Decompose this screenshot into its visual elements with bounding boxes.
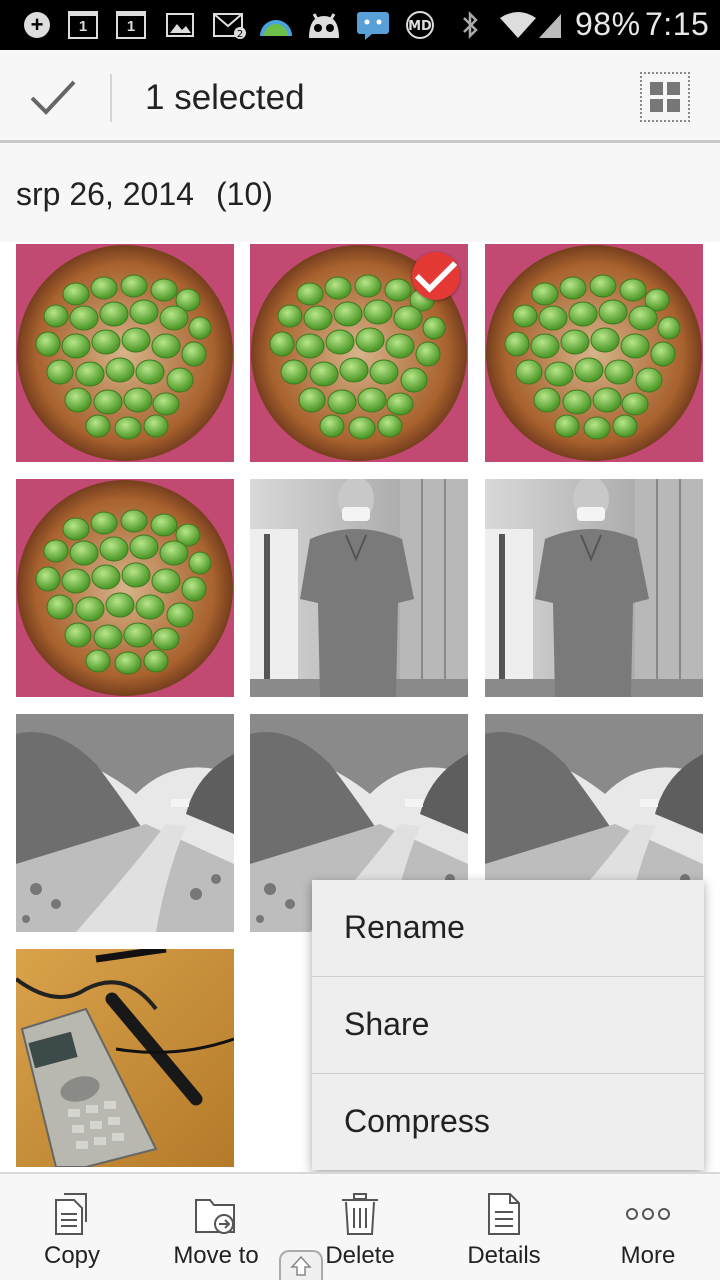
- more-label: More: [620, 1242, 676, 1269]
- status-bar: + 1 1 2 MD 98% 7:15: [0, 0, 720, 50]
- move-to-button[interactable]: Move to: [144, 1174, 288, 1280]
- grid-cell-icon: [650, 99, 663, 112]
- copy-icon: [55, 1193, 87, 1235]
- menu-item-share[interactable]: Share: [312, 977, 704, 1074]
- select-all-grid-button[interactable]: [640, 72, 690, 122]
- phone-image: [16, 949, 234, 1167]
- photo-count: (10): [216, 176, 273, 212]
- signal-icon: [536, 10, 564, 40]
- bottom-toolbar: Copy Move to Delete Details More: [0, 1172, 720, 1280]
- details-label: Details: [467, 1242, 541, 1269]
- more-button[interactable]: More: [576, 1174, 720, 1280]
- drawer-handle[interactable]: [279, 1250, 323, 1280]
- date-group-header: srp 26, 2014 (10): [0, 146, 720, 242]
- photo-thumbnail[interactable]: [16, 949, 234, 1167]
- move-to-label: Move to: [173, 1242, 259, 1269]
- more-dots-icon: [626, 1208, 670, 1220]
- clock: 7:15: [645, 6, 710, 42]
- svg-text:2: 2: [237, 29, 243, 39]
- gmail-icon: 2: [212, 10, 248, 40]
- photo-thumbnail[interactable]: [16, 714, 234, 932]
- photo-thumbnail-selected[interactable]: [250, 244, 468, 462]
- photo-thumbnail[interactable]: [16, 479, 234, 697]
- weather-icon: [258, 10, 294, 40]
- photo-thumbnail[interactable]: [250, 479, 468, 697]
- path-image: [16, 714, 234, 932]
- done-check-button[interactable]: [28, 72, 78, 122]
- plus-icon: +: [24, 12, 50, 38]
- grid-cell-icon: [650, 82, 663, 95]
- selection-count-title: 1 selected: [145, 78, 305, 117]
- message-icon: [355, 10, 391, 40]
- tart-image: [485, 244, 703, 462]
- person-image: [485, 479, 703, 697]
- menu-item-label: Rename: [344, 909, 465, 945]
- android-icon: [305, 10, 343, 40]
- wifi-icon: [498, 10, 538, 40]
- menu-item-rename[interactable]: Rename: [312, 880, 704, 977]
- tart-image: [16, 244, 234, 462]
- menu-item-label: Share: [344, 1006, 430, 1042]
- check-icon: [30, 80, 76, 115]
- arrow-up-icon: [290, 1255, 312, 1276]
- bluetooth-icon: [457, 10, 483, 40]
- divider: [110, 74, 112, 122]
- date-label: srp 26, 2014: [16, 176, 194, 212]
- menu-item-compress[interactable]: Compress: [312, 1074, 704, 1171]
- md-icon: MD: [400, 10, 440, 40]
- document-icon: [488, 1193, 520, 1235]
- photo-thumbnail[interactable]: [485, 244, 703, 462]
- tart-image: [16, 479, 234, 697]
- photo-thumbnail[interactable]: [485, 479, 703, 697]
- menu-item-label: Compress: [344, 1103, 490, 1139]
- svg-text:MD: MD: [408, 19, 432, 34]
- photo-thumbnail[interactable]: [16, 244, 234, 462]
- copy-label: Copy: [43, 1242, 101, 1269]
- trash-icon: [342, 1193, 378, 1235]
- details-button[interactable]: Details: [432, 1174, 576, 1280]
- overflow-menu: Rename Share Compress: [312, 880, 704, 1170]
- move-folder-icon: [195, 1199, 235, 1234]
- action-bar: 1 selected: [0, 50, 720, 143]
- grid-cell-icon: [667, 82, 680, 95]
- grid-cell-icon: [667, 99, 680, 112]
- image-icon: [165, 10, 195, 40]
- selected-check-icon: [412, 252, 460, 300]
- copy-button[interactable]: Copy: [0, 1174, 144, 1280]
- battery-level: 98%: [575, 6, 641, 42]
- person-image: [250, 479, 468, 697]
- calendar-icon: 1: [68, 11, 98, 39]
- calendar-icon: 1: [116, 11, 146, 39]
